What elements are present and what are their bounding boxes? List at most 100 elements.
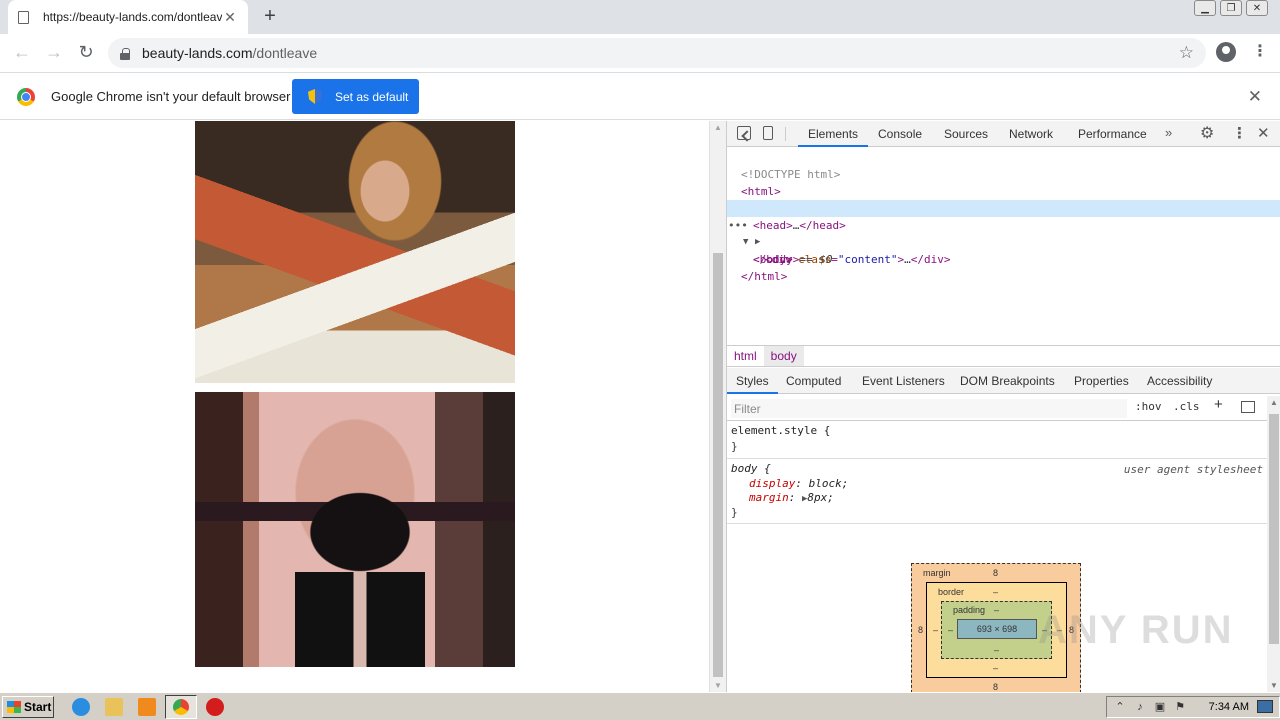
box-model-padding: padding – – – – 693 × 698 bbox=[941, 601, 1052, 659]
dom-line-html-close[interactable]: </html> bbox=[727, 251, 1280, 283]
content-image-1[interactable] bbox=[195, 121, 515, 383]
box-model-content-size[interactable]: 693 × 698 bbox=[957, 619, 1037, 639]
tab-event-listeners[interactable]: Event Listeners bbox=[853, 368, 954, 394]
prop-display-name: display bbox=[749, 477, 796, 490]
stop-icon[interactable] bbox=[206, 698, 224, 716]
address-bar[interactable]: beauty-lands.com/dontleave ☆ bbox=[108, 38, 1206, 68]
set-as-default-button[interactable]: Set as default bbox=[292, 79, 419, 114]
box-model-diagram: margin 8 8 8 8 border – – – – padding – … bbox=[911, 563, 1081, 693]
toggle-sidebar-icon[interactable] bbox=[1241, 401, 1255, 413]
url-path: /dontleave bbox=[252, 45, 318, 61]
styles-filter-input[interactable] bbox=[731, 399, 1127, 418]
tab-performance[interactable]: Performance bbox=[1068, 121, 1157, 147]
tray-expand-icon[interactable]: ⌃ bbox=[1113, 700, 1127, 714]
more-tabs-icon[interactable]: » bbox=[1165, 125, 1172, 140]
media-player-icon[interactable] bbox=[138, 698, 156, 716]
devtools-tabbar: Elements Console Sources Network Perform… bbox=[727, 121, 1280, 147]
tab-elements[interactable]: Elements bbox=[798, 121, 869, 147]
styles-filter-bar: :hov .cls + bbox=[727, 395, 1280, 421]
restore-button[interactable]: ❐ bbox=[1220, 0, 1242, 16]
inspect-element-icon[interactable] bbox=[737, 126, 751, 140]
content-image-2[interactable] bbox=[195, 392, 515, 667]
show-desktop-icon[interactable] bbox=[1257, 700, 1273, 713]
minimize-button[interactable]: ▁ bbox=[1194, 0, 1216, 16]
new-style-rule-icon[interactable]: + bbox=[1214, 396, 1223, 413]
device-toolbar-icon[interactable] bbox=[763, 126, 773, 140]
scroll-down-icon[interactable]: ▼ bbox=[1270, 681, 1278, 690]
border-bottom-value[interactable]: – bbox=[993, 663, 998, 673]
tab-close-icon[interactable]: ✕ bbox=[222, 9, 238, 26]
back-icon[interactable]: ← bbox=[6, 42, 38, 63]
divider bbox=[785, 127, 786, 141]
bookmark-star-icon[interactable]: ☆ bbox=[1179, 43, 1194, 63]
chrome-taskbar-icon[interactable] bbox=[165, 695, 197, 719]
breadcrumb: html body bbox=[727, 345, 1280, 367]
dom-line-body-selected[interactable]: ••• ▼ <body> == $0 bbox=[727, 200, 1280, 266]
start-button[interactable]: Start bbox=[2, 696, 54, 718]
internet-explorer-icon[interactable] bbox=[72, 698, 90, 716]
border-right-value[interactable]: – bbox=[1057, 625, 1062, 635]
settings-gear-icon[interactable]: ⚙ bbox=[1200, 123, 1214, 143]
padding-bottom-value[interactable]: – bbox=[994, 645, 999, 655]
profile-avatar-icon[interactable] bbox=[1216, 42, 1236, 62]
padding-right-value[interactable]: – bbox=[1042, 625, 1047, 635]
explorer-folder-icon[interactable] bbox=[105, 698, 123, 716]
dom-line-doctype[interactable]: <!DOCTYPE html> bbox=[727, 149, 1280, 181]
shield-icon bbox=[308, 89, 322, 104]
close-window-button[interactable]: ✕ bbox=[1246, 0, 1268, 16]
lock-icon[interactable] bbox=[120, 47, 130, 60]
dom-line-body-close[interactable]: </body> bbox=[727, 234, 1280, 266]
breadcrumb-html[interactable]: html bbox=[727, 346, 764, 366]
prop-display-value: block; bbox=[808, 477, 849, 490]
breadcrumb-body[interactable]: body bbox=[763, 346, 804, 366]
margin-right-value[interactable]: 8 bbox=[1069, 625, 1074, 635]
scroll-down-icon[interactable]: ▼ bbox=[714, 681, 722, 690]
tab-dom-breakpoints[interactable]: DOM Breakpoints bbox=[951, 368, 1064, 394]
border-top-value[interactable]: – bbox=[993, 587, 998, 597]
class-toggle[interactable]: .cls bbox=[1173, 400, 1200, 413]
action-center-flag-icon[interactable]: ⚑ bbox=[1173, 700, 1187, 714]
devtools-menu-icon[interactable]: ⋮ bbox=[1232, 124, 1247, 142]
clock[interactable]: 7:34 AM bbox=[1209, 701, 1249, 713]
styles-scrollbar[interactable]: ▲ ▼ bbox=[1267, 396, 1280, 692]
tab-console[interactable]: Console bbox=[868, 121, 932, 147]
margin-bottom-value[interactable]: 8 bbox=[993, 682, 998, 692]
padding-left-value[interactable]: – bbox=[948, 625, 953, 635]
styles-tabbar: Styles Computed Event Listeners DOM Brea… bbox=[727, 368, 1280, 394]
dom-line-html[interactable]: <html> bbox=[727, 166, 1280, 198]
network-icon[interactable]: ▣ bbox=[1153, 700, 1167, 714]
reload-icon[interactable]: ↻ bbox=[70, 42, 102, 63]
prop-margin-name: margin bbox=[749, 491, 789, 504]
page-scrollbar[interactable]: ▲ ▼ bbox=[709, 121, 726, 692]
default-browser-infobar: Google Chrome isn't your default browser… bbox=[0, 72, 1280, 120]
scroll-up-icon[interactable]: ▲ bbox=[1270, 398, 1278, 407]
chrome-logo-icon bbox=[17, 88, 35, 106]
devtools-close-icon[interactable]: ✕ bbox=[1257, 124, 1270, 142]
window-controls: ▁ ❐ ✕ bbox=[1194, 0, 1268, 16]
browser-tab[interactable]: https://beauty-lands.com/dontleave ✕ bbox=[8, 0, 248, 34]
element-style-rule[interactable]: element.style { } bbox=[727, 422, 1267, 459]
dom-line-div[interactable]: ▶ <div class="content">…</div> bbox=[727, 217, 1280, 266]
padding-top-value[interactable]: – bbox=[994, 605, 999, 615]
forward-icon[interactable]: → bbox=[38, 42, 70, 63]
tab-accessibility[interactable]: Accessibility bbox=[1138, 368, 1221, 394]
infobar-close-icon[interactable]: ✕ bbox=[1248, 87, 1262, 107]
tab-sources[interactable]: Sources bbox=[934, 121, 998, 147]
tab-styles[interactable]: Styles bbox=[727, 368, 778, 394]
tab-computed[interactable]: Computed bbox=[777, 368, 850, 394]
chrome-menu-icon[interactable]: ⋮ bbox=[1252, 42, 1268, 62]
page-scroll-thumb[interactable] bbox=[713, 253, 723, 677]
margin-label: margin bbox=[923, 568, 951, 578]
styles-scroll-thumb[interactable] bbox=[1269, 414, 1279, 644]
border-left-value[interactable]: – bbox=[933, 625, 938, 635]
body-ua-rule[interactable]: body { user agent stylesheet display: bl… bbox=[727, 459, 1267, 524]
volume-icon[interactable]: ♪ bbox=[1133, 700, 1147, 714]
hover-state-toggle[interactable]: :hov bbox=[1135, 400, 1162, 413]
scroll-up-icon[interactable]: ▲ bbox=[714, 123, 722, 132]
margin-top-value[interactable]: 8 bbox=[993, 568, 998, 578]
new-tab-button[interactable]: + bbox=[260, 6, 280, 26]
tab-network[interactable]: Network bbox=[999, 121, 1063, 147]
dom-line-head[interactable]: ▶ <head>…</head> bbox=[727, 183, 1280, 232]
tab-properties[interactable]: Properties bbox=[1065, 368, 1138, 394]
margin-left-value[interactable]: 8 bbox=[918, 625, 923, 635]
